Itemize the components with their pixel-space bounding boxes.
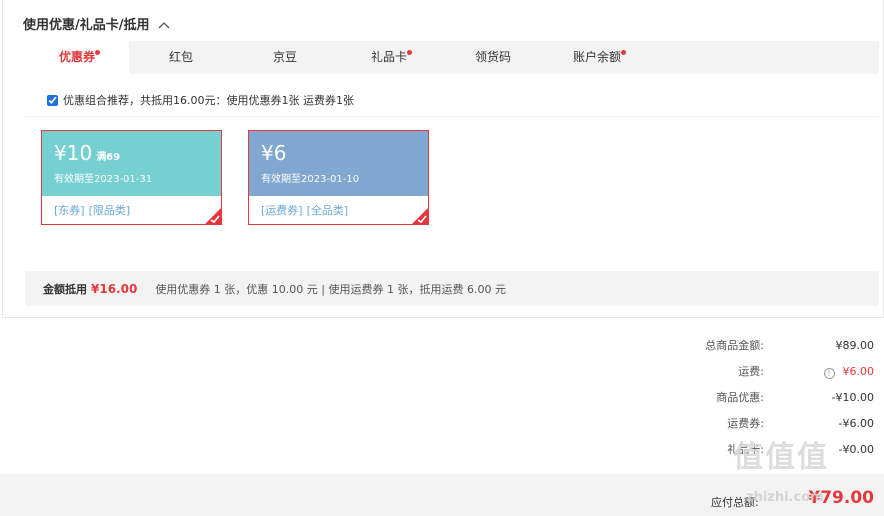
discount-tabs: 优惠券 红包 京豆 礼品卡 领货码 账户余额 (25, 41, 879, 74)
tab-label: 京豆 (272, 50, 297, 64)
coupon-tag: [全品类] (306, 204, 349, 217)
tab-label: 领货码 (474, 50, 511, 64)
divider (25, 116, 879, 117)
coupon-validity: 有效期至2023-01-31 (54, 174, 153, 185)
coupon-validity: 有效期至2023-01-10 (261, 174, 360, 185)
selected-check-icon (412, 208, 428, 224)
totals-amount: -¥10.00 (831, 391, 874, 404)
coupon-head: ¥6 有效期至2023-01-10 (249, 131, 428, 196)
chevron-up-icon[interactable] (158, 18, 170, 33)
tab-0[interactable]: 优惠券 (25, 41, 129, 74)
tab-label: 礼品卡 (370, 50, 407, 64)
coupon-head: ¥10 满69 有效期至2023-01-31 (42, 131, 221, 196)
tab-4[interactable]: 领货码 (441, 41, 545, 74)
coupon-card[interactable]: ¥10 满69 有效期至2023-01-31 [东券] [限品类] (41, 130, 222, 225)
summary-amount: ¥16.00 (91, 281, 138, 296)
section-title-label: 使用优惠/礼品卡/抵用 (23, 18, 150, 33)
coupon-tag: [东券] (54, 204, 85, 217)
recommend-checkbox[interactable] (47, 94, 58, 106)
discount-summary: 金额抵用 ¥16.00 使用优惠券 1 张，优惠 10.00 元 | 使用运费券… (25, 271, 879, 306)
tab-label: 红包 (168, 50, 193, 64)
totals-amount: -¥6.00 (838, 417, 874, 430)
coupon-condition: 满69 (96, 152, 121, 163)
tab-1[interactable]: 红包 (129, 41, 233, 74)
tab-2[interactable]: 京豆 (233, 41, 337, 74)
summary-label: 金额抵用 (43, 282, 87, 296)
recommend-row[interactable]: 优惠组合推荐，共抵用16.00元：使用优惠券1张 运费券1张 (47, 92, 354, 108)
totals-value: ! ¥6.00 (764, 363, 874, 389)
totals-amount: -¥0.00 (838, 443, 874, 456)
recommend-text: 优惠组合推荐，共抵用16.00元：使用优惠券1张 运费券1张 (63, 94, 354, 107)
totals-value: -¥10.00 (764, 389, 874, 415)
notification-dot (621, 50, 626, 55)
tab-5[interactable]: 账户余额 (545, 41, 649, 74)
totals-label: 运费: (738, 365, 764, 378)
notification-dot (95, 50, 100, 55)
coupon-tags: [东券] [限品类] (42, 196, 221, 224)
info-icon[interactable]: ! (823, 368, 835, 379)
discount-panel: 使用优惠/礼品卡/抵用 优惠券 红包 京豆 礼品卡 领货码 账户余额 优惠组合推荐，共抵用… (2, 0, 884, 318)
totals-row: 商品优惠: -¥10.00 (624, 389, 874, 415)
tab-label: 账户余额 (572, 50, 621, 64)
totals-label: 总商品金额: (705, 339, 764, 352)
coupon-tags: [运费券] [全品类] (249, 196, 428, 224)
coupon-card[interactable]: ¥6 有效期至2023-01-10 [运费券] [全品类] (248, 130, 429, 225)
coupon-tag: [运费券] (261, 204, 303, 217)
tab-label: 优惠券 (58, 50, 95, 64)
totals-value: ¥89.00 (764, 337, 875, 363)
summary-description: 使用优惠券 1 张，优惠 10.00 元 | 使用运费券 1 张，抵用运费 6.… (155, 282, 506, 296)
totals-label: 商品优惠: (716, 391, 764, 404)
coupon-tag: [限品类] (88, 204, 131, 217)
totals-row: 总商品金额: ¥89.00 (624, 337, 874, 363)
totals-row: 运费:! ¥6.00 (624, 363, 874, 389)
notification-dot (407, 50, 412, 55)
watermark-logo: 值值值 (733, 440, 829, 475)
totals-amount: ¥89.00 (835, 339, 875, 352)
coupon-amount: ¥10 (54, 141, 93, 165)
watermark-text: zhizhi.com (746, 490, 824, 505)
section-title[interactable]: 使用优惠/礼品卡/抵用 (23, 14, 170, 33)
tab-3[interactable]: 礼品卡 (337, 41, 441, 74)
totals-amount: ¥6.00 (842, 365, 875, 378)
selected-check-icon (205, 208, 221, 224)
coupon-amount: ¥6 (261, 141, 287, 165)
